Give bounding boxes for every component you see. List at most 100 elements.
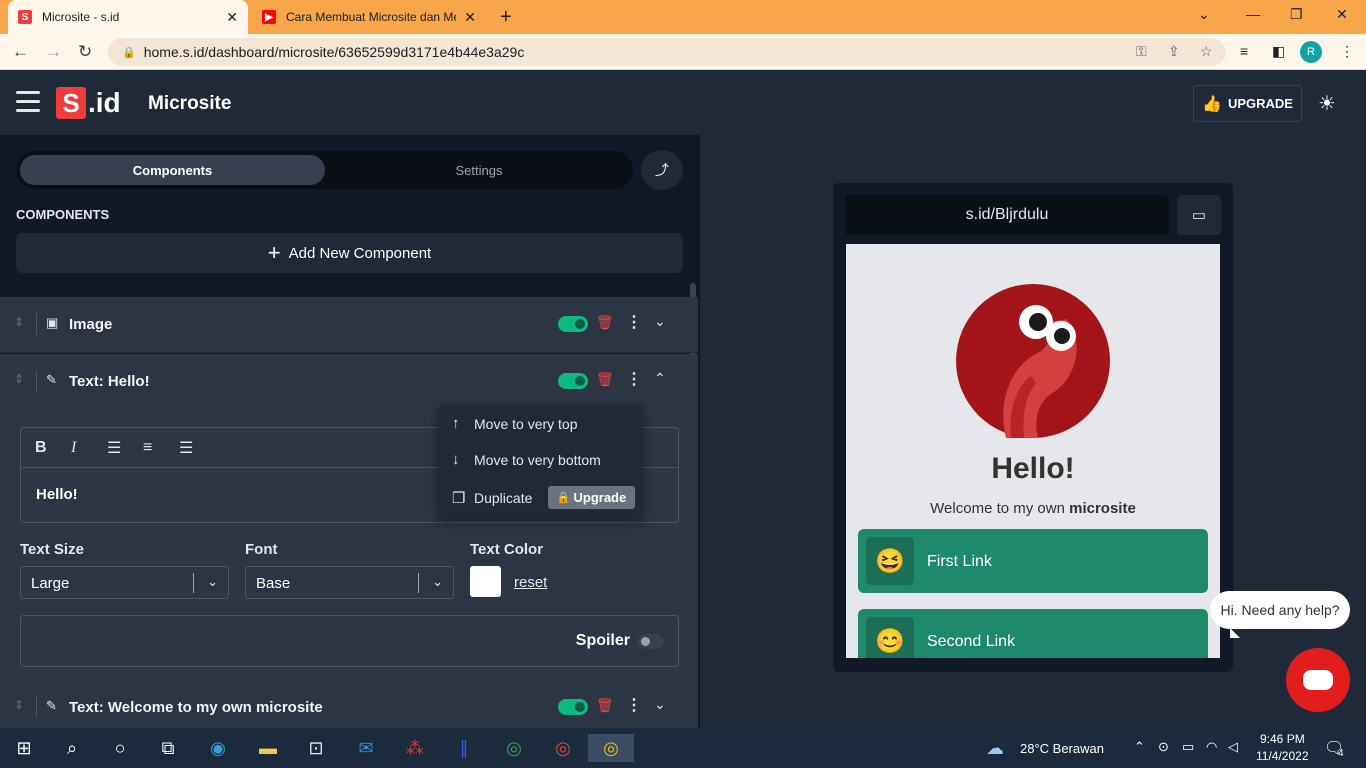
tab-settings[interactable]: Settings — [329, 155, 629, 185]
visibility-toggle[interactable] — [558, 373, 588, 389]
italic-icon[interactable]: I — [71, 439, 107, 457]
clock-date[interactable]: 11/4/2022 — [1256, 749, 1309, 763]
divider — [36, 370, 37, 392]
preview-heading: Hello! — [991, 452, 1075, 485]
windows-taskbar: ⊞ ⌕ ○ ⧉ ◉ ▬ ⊡ ✉ ⁂ ∥ ◎ ◎ ◎ ☁ 28°C Berawan… — [0, 728, 1366, 768]
volume-icon[interactable]: ◁ — [1228, 739, 1238, 755]
more-options-icon[interactable]: ⋮ — [626, 312, 642, 332]
drag-handle-icon[interactable]: ⇕ — [14, 698, 24, 712]
clock-time[interactable]: 9:46 PM — [1260, 732, 1305, 746]
store-icon[interactable]: ⊡ — [298, 734, 334, 762]
font-label: Font — [245, 541, 278, 558]
url-input[interactable]: 🔒 home.s.id/dashboard/microsite/63652599… — [108, 38, 1226, 66]
upgrade-button[interactable]: 👍 UPGRADE — [1193, 85, 1302, 122]
font-value: Base — [256, 575, 291, 592]
align-right-icon[interactable]: ☰ — [179, 438, 215, 458]
sid-logo[interactable]: S .id — [56, 87, 121, 119]
trash-icon[interactable]: 🗑 — [596, 371, 614, 388]
help-bubble[interactable]: Hi. Need any help? — [1210, 591, 1350, 629]
reload-icon[interactable]: ↻ — [78, 42, 92, 62]
chrome-icon[interactable]: ◎ — [496, 734, 532, 762]
battery-icon[interactable]: ▭ — [1182, 739, 1194, 755]
font-select[interactable]: Base ⌄ — [245, 566, 454, 599]
chrome-profile-icon[interactable]: ◎ — [545, 734, 581, 762]
component-label: Image — [69, 316, 113, 333]
tab-components[interactable]: Components — [20, 155, 325, 185]
search-icon[interactable]: ⌕ — [54, 734, 90, 762]
trash-icon[interactable]: 🗑 — [596, 697, 614, 714]
component-label: Text: Welcome to my own microsite — [69, 699, 323, 716]
bookmark-star-icon[interactable]: ☆ — [1200, 43, 1213, 60]
move-to-bottom-item[interactable]: ↓ Move to very bottom — [452, 451, 601, 468]
upgrade-label: UPGRADE — [1227, 96, 1293, 111]
more-options-icon[interactable]: ⋮ — [626, 695, 642, 715]
minimize-icon[interactable]: — — [1246, 6, 1260, 22]
maximize-icon[interactable]: ❐ — [1290, 6, 1303, 23]
text-color-swatch[interactable] — [470, 566, 501, 597]
welcome-text: Welcome to my own — [930, 500, 1070, 517]
side-panel-icon[interactable]: ◧ — [1272, 43, 1285, 60]
chevron-down-icon[interactable]: ⌄ — [654, 313, 666, 330]
move-to-top-item[interactable]: ↑ Move to very top — [452, 415, 578, 432]
cortana-icon[interactable]: ○ — [102, 734, 138, 762]
address-bar: ← → ↻ 🔒 home.s.id/dashboard/microsite/63… — [0, 34, 1366, 70]
spoiler-toggle[interactable] — [638, 634, 664, 649]
tab-microsite[interactable]: S Microsite - s.id ✕ — [8, 0, 248, 34]
drag-handle-icon[interactable]: ⇕ — [14, 315, 24, 329]
browser-menu-icon[interactable]: ⋮ — [1340, 43, 1354, 60]
chevron-down-icon[interactable]: ⌄ — [654, 696, 666, 713]
cloud-icon: ☁ — [986, 738, 1004, 758]
more-options-icon[interactable]: ⋮ — [626, 369, 642, 389]
share-page-icon[interactable]: ⇪ — [1168, 43, 1180, 60]
mail-icon[interactable]: ✉ — [348, 734, 384, 762]
preview-welcome: Welcome to my own microsite — [846, 500, 1220, 517]
reading-list-icon[interactable]: ≡ — [1240, 43, 1248, 59]
plus-icon: + — [267, 240, 281, 265]
preview-url[interactable]: s.id/Bljrdulu — [845, 195, 1169, 235]
windows-start-icon[interactable]: ⊞ — [6, 734, 42, 762]
hamburger-menu-icon[interactable] — [16, 91, 40, 113]
drag-handle-icon[interactable]: ⇕ — [14, 372, 24, 386]
share-icon[interactable]: ⤴ — [641, 150, 683, 190]
edge-icon[interactable]: ◉ — [200, 734, 236, 762]
smiling-emoji-icon: 😊 — [866, 617, 914, 658]
chrome-active-icon[interactable]: ◎ — [588, 734, 634, 762]
forward-icon[interactable]: → — [45, 42, 62, 62]
app-icon[interactable]: ∥ — [446, 734, 482, 762]
reset-link[interactable]: reset — [514, 574, 547, 591]
weather-text[interactable]: 28°C Berawan — [1020, 741, 1104, 756]
duplicate-item[interactable]: ❐ Duplicate — [452, 489, 532, 507]
file-explorer-icon[interactable]: ▬ — [250, 734, 286, 762]
upgrade-badge-button[interactable]: 🔒 Upgrade — [548, 486, 635, 509]
task-view-icon[interactable]: ⧉ — [150, 734, 186, 762]
close-icon[interactable]: ✕ — [226, 9, 238, 26]
chat-launcher-icon[interactable] — [1286, 648, 1350, 712]
monitor-icon[interactable]: ▭ — [1177, 195, 1221, 235]
profile-avatar[interactable]: R — [1300, 41, 1322, 63]
close-icon[interactable]: ✕ — [464, 9, 476, 26]
visibility-toggle[interactable] — [558, 699, 588, 715]
trash-icon[interactable]: 🗑 — [596, 314, 614, 331]
visibility-toggle[interactable] — [558, 316, 588, 332]
chevron-down-icon[interactable]: ⌄ — [1198, 6, 1210, 23]
chevron-up-icon[interactable]: ⌃ — [654, 370, 666, 387]
bold-icon[interactable]: B — [35, 439, 71, 457]
back-icon[interactable]: ← — [12, 42, 29, 62]
mendeley-icon[interactable]: ⁂ — [397, 734, 433, 762]
tab-youtube[interactable]: ▶ Cara Membuat Microsite dan Me ✕ — [252, 0, 486, 34]
preview-link-second[interactable]: 😊 Second Link — [858, 609, 1208, 658]
window-close-icon[interactable]: ✕ — [1336, 6, 1348, 23]
new-tab-icon[interactable]: + — [500, 6, 512, 29]
network-icon[interactable]: ⊙ — [1158, 739, 1169, 755]
wifi-icon[interactable]: ◠ — [1206, 739, 1217, 755]
align-left-icon[interactable]: ☰ — [107, 438, 143, 458]
key-icon[interactable]: ⚿ — [1136, 43, 1147, 60]
chevron-up-icon[interactable]: ⌃ — [1134, 739, 1145, 755]
snake-avatar-image — [956, 284, 1110, 438]
add-component-button[interactable]: + Add New Component — [16, 233, 683, 273]
preview-link-first[interactable]: 😆 First Link — [858, 529, 1208, 593]
divider — [418, 573, 419, 593]
align-center-icon[interactable]: ≡ — [143, 439, 179, 457]
text-size-select[interactable]: Large ⌄ — [20, 566, 229, 599]
theme-toggle-sun-icon[interactable]: ☀ — [1318, 91, 1336, 116]
